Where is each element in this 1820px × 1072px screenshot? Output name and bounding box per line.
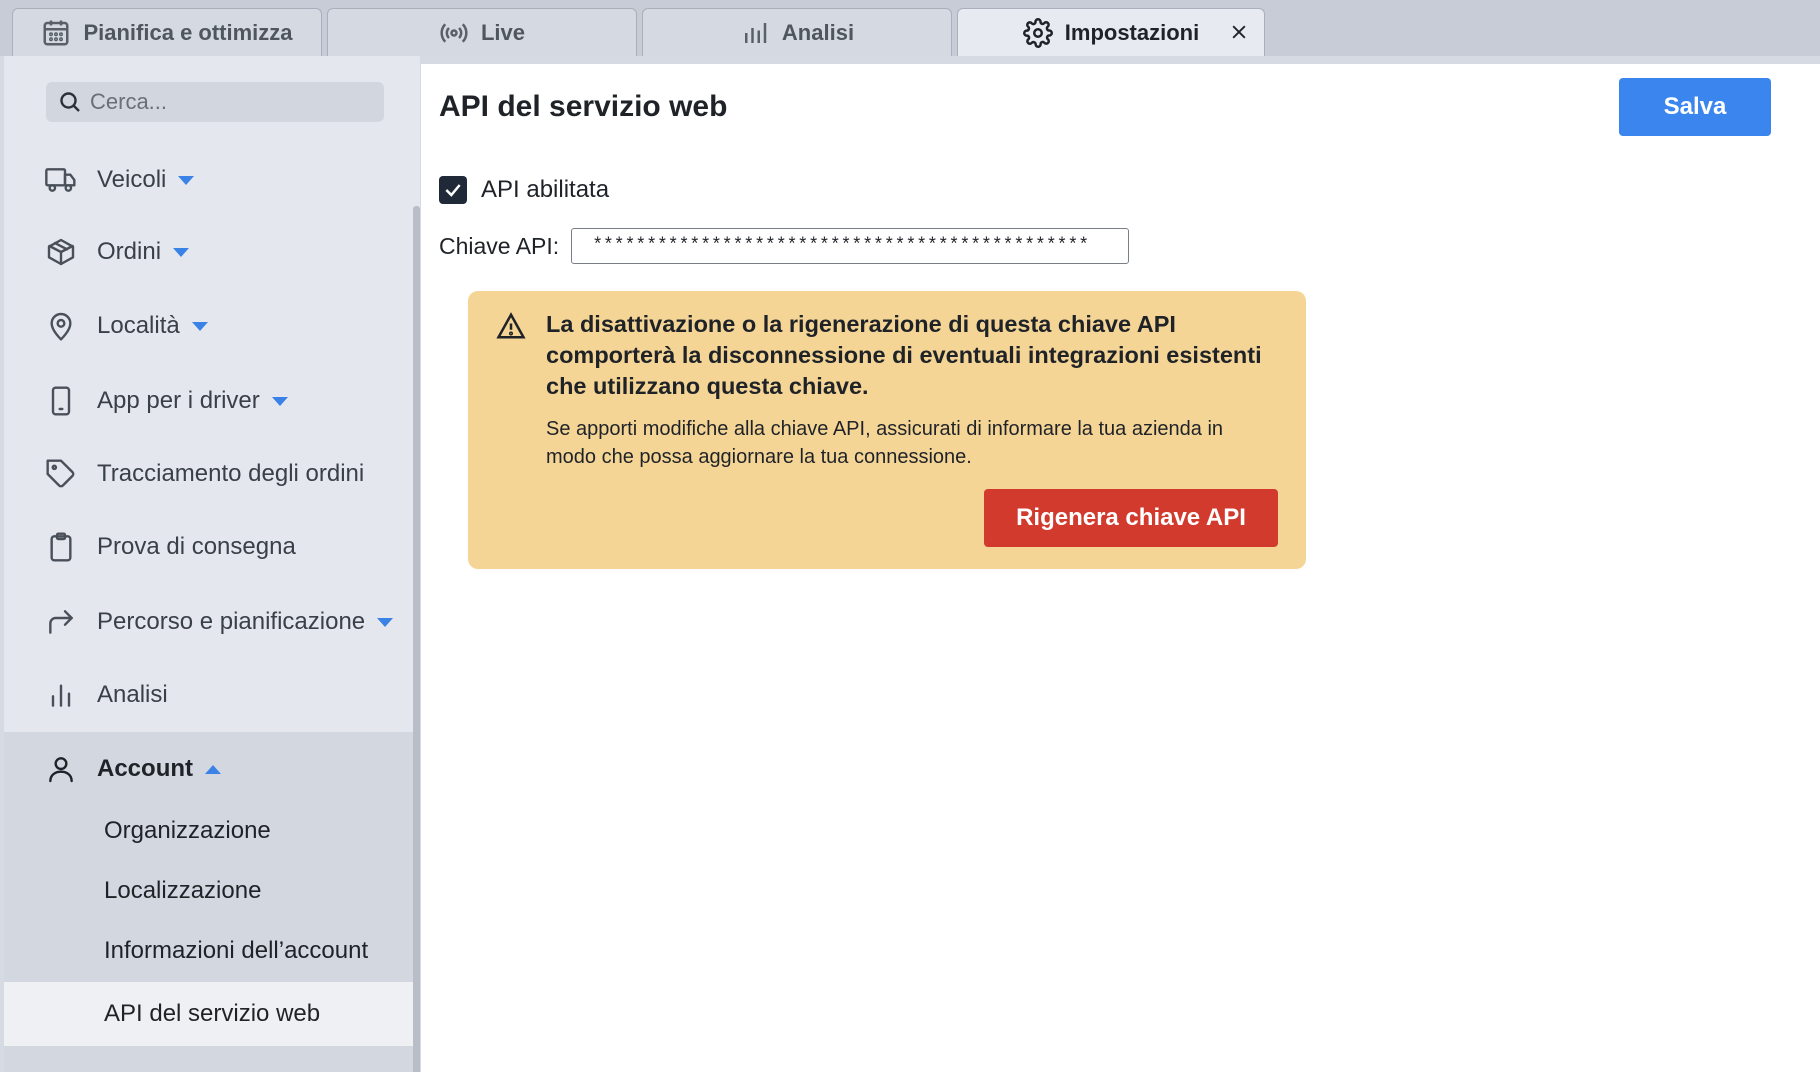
bar-chart-icon [44, 678, 78, 712]
tab-label: Pianifica e ottimizza [83, 19, 293, 45]
checkmark-icon [445, 184, 461, 197]
sidebar-item-label: Analisi [97, 681, 168, 708]
regenerate-api-key-button[interactable]: Rigenera chiave API [984, 489, 1278, 547]
api-enabled-checkbox[interactable] [439, 176, 467, 204]
truck-icon [44, 163, 78, 197]
sidebar-item-app-driver[interactable]: App per i driver [4, 366, 416, 436]
sidebar-item-tracciamento[interactable]: Tracciamento degli ordini [4, 439, 416, 509]
user-icon [44, 752, 78, 786]
tab-pianifica[interactable]: Pianifica e ottimizza [12, 8, 322, 56]
api-enabled-checkbox-row[interactable]: API abilitata [439, 176, 609, 204]
chevron-down-icon [178, 175, 195, 185]
sidebar-item-label: Località [97, 312, 180, 339]
sidebar-subitem-organizzazione[interactable]: Organizzazione [104, 817, 271, 845]
sidebar-scrollbar[interactable] [413, 206, 420, 1072]
calendar-icon [43, 20, 69, 45]
box-icon [44, 235, 78, 269]
chevron-down-icon [173, 247, 190, 257]
sidebar-item-label: Veicoli [97, 166, 167, 193]
sidebar-item-prova-consegna[interactable]: Prova di consegna [4, 512, 416, 582]
chevron-up-icon [205, 764, 221, 774]
sidebar-subitem-informazioni-account[interactable]: Informazioni dell’account [104, 937, 368, 965]
sidebar-item-veicoli[interactable]: Veicoli [4, 145, 416, 215]
broadcast-icon [440, 22, 468, 43]
close-icon[interactable] [1228, 21, 1250, 43]
sidebar-item-localita[interactable]: Località [4, 291, 416, 361]
tab-impostazioni[interactable]: Impostazioni [957, 8, 1265, 56]
bar-chart-icon [744, 22, 767, 43]
sidebar-item-analisi[interactable]: Analisi [4, 660, 416, 730]
sidebar: Veicoli Ordini Località App per i driver… [4, 56, 420, 1072]
warning-triangle-icon [496, 311, 526, 341]
sidebar-item-account[interactable]: Account [4, 734, 416, 804]
api-key-label: Chiave API: [439, 232, 560, 259]
gear-icon [1022, 17, 1053, 48]
route-arrow-icon [44, 605, 78, 639]
sidebar-item-label: Tracciamento degli ordini [97, 460, 365, 487]
search-icon [60, 92, 80, 112]
main-panel: API del servizio web Salva API abilitata… [421, 64, 1820, 1072]
save-button[interactable]: Salva [1619, 78, 1771, 136]
sidebar-item-label: Account [97, 755, 193, 782]
tab-live[interactable]: Live [327, 8, 637, 56]
api-key-row: Chiave API: ****************************… [439, 228, 1130, 264]
warning-body: Se apporti modifiche alla chiave API, as… [546, 418, 1224, 468]
clipboard-icon [44, 530, 78, 564]
chevron-down-icon [271, 396, 288, 406]
sidebar-subitem-api-servizio-web[interactable]: API del servizio web [104, 1000, 320, 1028]
warning-box: La disattivazione o la rigenerazione di … [468, 291, 1306, 569]
sidebar-item-ordini[interactable]: Ordini [4, 217, 416, 287]
tab-label: Impostazioni [1064, 19, 1200, 45]
sidebar-item-label: Percorso e pianificazione [97, 608, 366, 635]
sidebar-subitem-localizzazione[interactable]: Localizzazione [104, 877, 261, 905]
tab-analisi[interactable]: Analisi [642, 8, 952, 56]
smartphone-icon [44, 384, 78, 418]
tab-label: Live [480, 19, 526, 45]
search-box[interactable] [46, 82, 384, 122]
tab-label: Analisi [781, 19, 855, 45]
page-title: API del servizio web [439, 90, 728, 123]
api-key-field[interactable]: ****************************************… [571, 228, 1130, 264]
sidebar-item-label: App per i driver [97, 387, 260, 414]
map-pin-icon [44, 309, 78, 343]
search-input[interactable] [90, 89, 360, 115]
warning-title: La disattivazione o la rigenerazione di … [546, 311, 1262, 399]
sidebar-item-label: Ordini [97, 238, 162, 265]
sidebar-item-label: Prova di consegna [97, 533, 296, 560]
api-enabled-label: API abilitata [481, 176, 610, 203]
tab-bar: Pianifica e ottimizza Live Analisi Impos… [0, 0, 1820, 56]
chevron-down-icon [377, 617, 394, 627]
sidebar-item-percorso[interactable]: Percorso e pianificazione [4, 587, 416, 657]
chevron-down-icon [191, 321, 208, 331]
tag-icon [44, 457, 78, 491]
